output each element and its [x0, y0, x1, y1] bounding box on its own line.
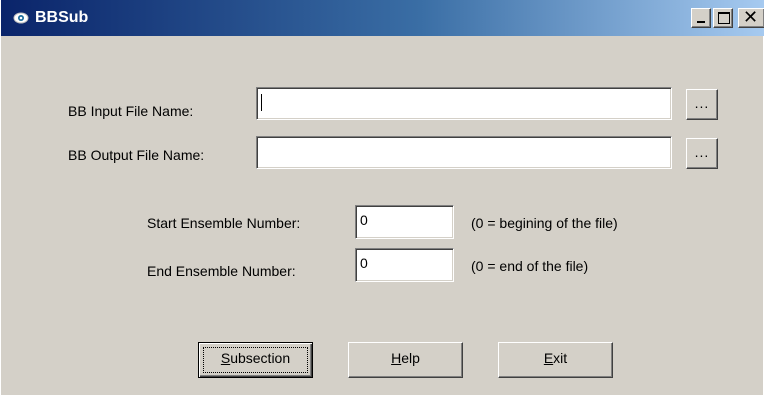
help-button[interactable]: Help [348, 342, 463, 378]
start-ensemble-label: Start Ensemble Number: [147, 215, 301, 231]
maximize-button[interactable] [713, 8, 733, 28]
text-caret [261, 94, 262, 111]
browse-output-label: ... [694, 144, 710, 160]
end-ensemble-field[interactable]: 0 [355, 248, 454, 282]
output-file-field[interactable] [256, 136, 672, 169]
browse-input-button[interactable]: ... [686, 89, 718, 120]
output-file-label: BB Output File Name: [68, 147, 205, 163]
browse-input-label: ... [694, 95, 710, 111]
exit-button-label: Exit [543, 350, 568, 366]
minimize-icon [697, 21, 705, 23]
start-ensemble-value: 0 [360, 212, 368, 228]
window-title: BBSub [35, 9, 89, 26]
end-ensemble-hint: (0 = end of the file) [471, 258, 589, 274]
end-ensemble-value: 0 [360, 255, 368, 271]
start-ensemble-hint: (0 = begining of the file) [471, 215, 618, 231]
start-ensemble-field[interactable]: 0 [355, 205, 454, 239]
input-file-field[interactable] [256, 87, 672, 120]
subsection-button[interactable]: Subsection [198, 342, 313, 378]
close-button[interactable]: ✕ [738, 8, 764, 28]
input-file-label: BB Input File Name: [68, 103, 194, 119]
browse-output-button[interactable]: ... [686, 138, 718, 169]
subsection-button-label: Subsection [220, 350, 291, 366]
bbsub-window: BBSub ✕ BB Input File Name: ... BB Outpu… [0, 0, 764, 395]
exit-button[interactable]: Exit [498, 342, 613, 378]
help-button-label: Help [391, 350, 420, 366]
title-bar[interactable]: BBSub ✕ [1, 0, 764, 36]
maximize-icon [718, 12, 730, 24]
close-icon: ✕ [743, 7, 759, 28]
app-icon [13, 12, 29, 24]
end-ensemble-label: End Ensemble Number: [147, 263, 296, 279]
minimize-button[interactable] [691, 8, 711, 28]
